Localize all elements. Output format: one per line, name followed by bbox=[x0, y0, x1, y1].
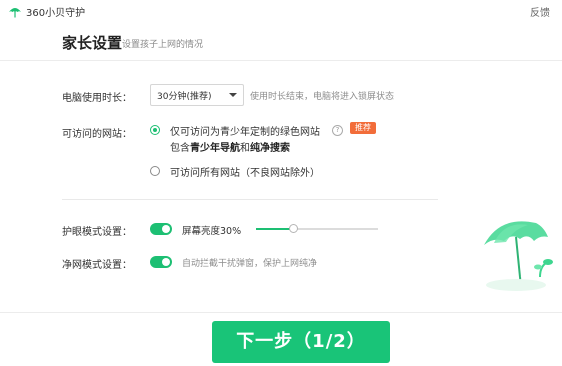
green-sites-detail: 包含青少年导航和纯净搜索 bbox=[170, 143, 290, 154]
feedback-link[interactable]: 反馈 bbox=[530, 4, 550, 19]
slider-fill bbox=[256, 228, 293, 230]
page-subtitle: 设置孩子上网的情况 bbox=[122, 40, 204, 50]
teen-nav-text: 青少年导航 bbox=[190, 143, 240, 154]
page-header: 家长设置 设置孩子上网的情况 bbox=[0, 24, 562, 61]
net-clean-hint: 自动拦截干扰弹窗，保护上网纯净 bbox=[182, 259, 318, 269]
net-clean-label: 净网模式设置： bbox=[62, 260, 132, 271]
brightness-label: 屏幕亮度30% bbox=[182, 226, 242, 237]
app-title: 360小贝守护 bbox=[26, 8, 86, 19]
eye-care-label: 护眼模式设置： bbox=[62, 227, 132, 238]
chevron-down-icon bbox=[229, 93, 237, 97]
umbrella-icon bbox=[9, 8, 21, 18]
radio-all-sites[interactable] bbox=[150, 166, 160, 176]
brightness-slider[interactable] bbox=[256, 224, 378, 234]
slider-thumb[interactable] bbox=[289, 224, 298, 233]
eye-care-toggle[interactable] bbox=[150, 223, 172, 235]
recommend-badge: 推荐 bbox=[350, 122, 376, 134]
umbrella-illustration bbox=[484, 221, 553, 291]
usage-time-select[interactable]: 30分钟(推荐) bbox=[150, 84, 244, 106]
page-title: 家长设置 bbox=[62, 34, 123, 52]
help-icon[interactable]: ? bbox=[332, 125, 343, 136]
usage-time-label: 电脑使用时长： bbox=[62, 93, 132, 104]
next-step-button[interactable]: 下一步（1/2） bbox=[212, 321, 390, 363]
green-sites-text: 仅可访问为青少年定制的绿色网站 bbox=[170, 127, 320, 138]
footer-divider bbox=[0, 312, 562, 313]
clean-search-text: 纯净搜索 bbox=[250, 143, 290, 154]
section-divider bbox=[62, 199, 438, 200]
title-bar: 360小贝守护 反馈 bbox=[0, 0, 562, 24]
usage-time-hint: 使用时长结束，电脑将进入锁屏状态 bbox=[250, 92, 395, 102]
all-sites-text: 可访问所有网站（不良网站除外） bbox=[170, 168, 320, 179]
usage-time-value: 30分钟(推荐) bbox=[157, 92, 212, 102]
net-clean-toggle[interactable] bbox=[150, 256, 172, 268]
websites-label: 可访问的网站： bbox=[62, 129, 132, 140]
radio-green-sites[interactable] bbox=[150, 125, 160, 135]
